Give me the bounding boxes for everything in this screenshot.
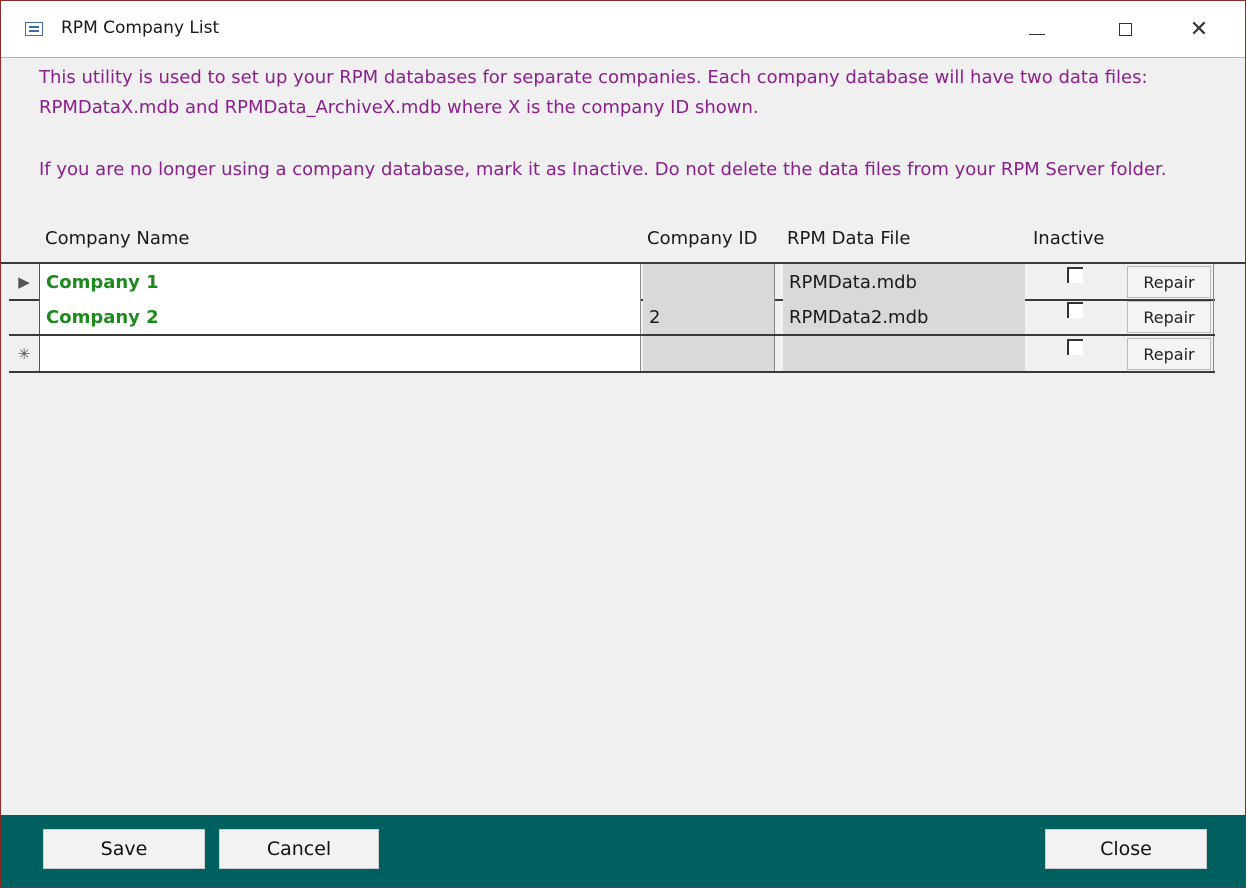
form-icon bbox=[25, 22, 43, 36]
company-name-field[interactable] bbox=[39, 336, 641, 372]
header-inactive: Inactive bbox=[1033, 228, 1105, 249]
new-record-asterisk-icon[interactable]: ✳ bbox=[9, 336, 39, 372]
data-file-field: RPMData.mdb bbox=[783, 264, 1025, 300]
info-paragraph-2: If you are no longer using a company dat… bbox=[39, 159, 1167, 180]
company-id-field bbox=[643, 264, 775, 300]
row-divider bbox=[1213, 299, 1214, 335]
table-row: Company 2 2 RPMData2.mdb Repair bbox=[1, 299, 1245, 336]
close-window-button[interactable]: ✕ bbox=[1183, 15, 1215, 43]
title-bar: RPM Company List ✕ bbox=[1, 1, 1245, 58]
window-title: RPM Company List bbox=[61, 18, 220, 38]
info-paragraph-1: This utility is used to set up your RPM … bbox=[39, 67, 1148, 118]
row-divider bbox=[1213, 336, 1214, 372]
save-button[interactable]: Save bbox=[43, 829, 205, 869]
company-name-field[interactable]: Company 1 bbox=[39, 264, 641, 300]
table-row-new: ✳ Repair bbox=[1, 336, 1245, 373]
repair-button[interactable]: Repair bbox=[1127, 266, 1211, 298]
data-file-field bbox=[783, 336, 1025, 372]
table-row: ▶ Company 1 RPMData.mdb Repair bbox=[1, 262, 1245, 301]
inactive-checkbox[interactable] bbox=[1067, 302, 1083, 318]
header-company-name: Company Name bbox=[45, 228, 190, 249]
close-icon: ✕ bbox=[1189, 16, 1209, 42]
company-id-field: 2 bbox=[643, 299, 775, 335]
record-selector[interactable] bbox=[9, 299, 39, 335]
inactive-checkbox[interactable] bbox=[1067, 267, 1083, 283]
header-data-file: RPM Data File bbox=[787, 228, 911, 249]
row-border bbox=[9, 371, 1215, 373]
maximize-button[interactable] bbox=[1109, 15, 1141, 43]
rpm-company-list-window: RPM Company List ✕ This utility is used … bbox=[0, 0, 1246, 888]
row-divider bbox=[1213, 264, 1214, 300]
minimize-button[interactable] bbox=[1021, 15, 1053, 43]
minimize-icon bbox=[1029, 33, 1045, 35]
header-company-id: Company ID bbox=[647, 228, 758, 249]
cancel-button[interactable]: Cancel bbox=[219, 829, 379, 869]
company-id-field bbox=[643, 336, 775, 372]
close-button[interactable]: Close bbox=[1045, 829, 1207, 869]
repair-button[interactable]: Repair bbox=[1127, 301, 1211, 333]
repair-button[interactable]: Repair bbox=[1127, 338, 1211, 370]
inactive-checkbox[interactable] bbox=[1067, 339, 1083, 355]
data-file-field: RPMData2.mdb bbox=[783, 299, 1025, 335]
record-selector-current-icon[interactable]: ▶ bbox=[9, 264, 39, 300]
company-name-field[interactable]: Company 2 bbox=[39, 299, 641, 335]
maximize-icon bbox=[1118, 22, 1132, 36]
footer-bar: Save Cancel Close bbox=[1, 815, 1245, 887]
